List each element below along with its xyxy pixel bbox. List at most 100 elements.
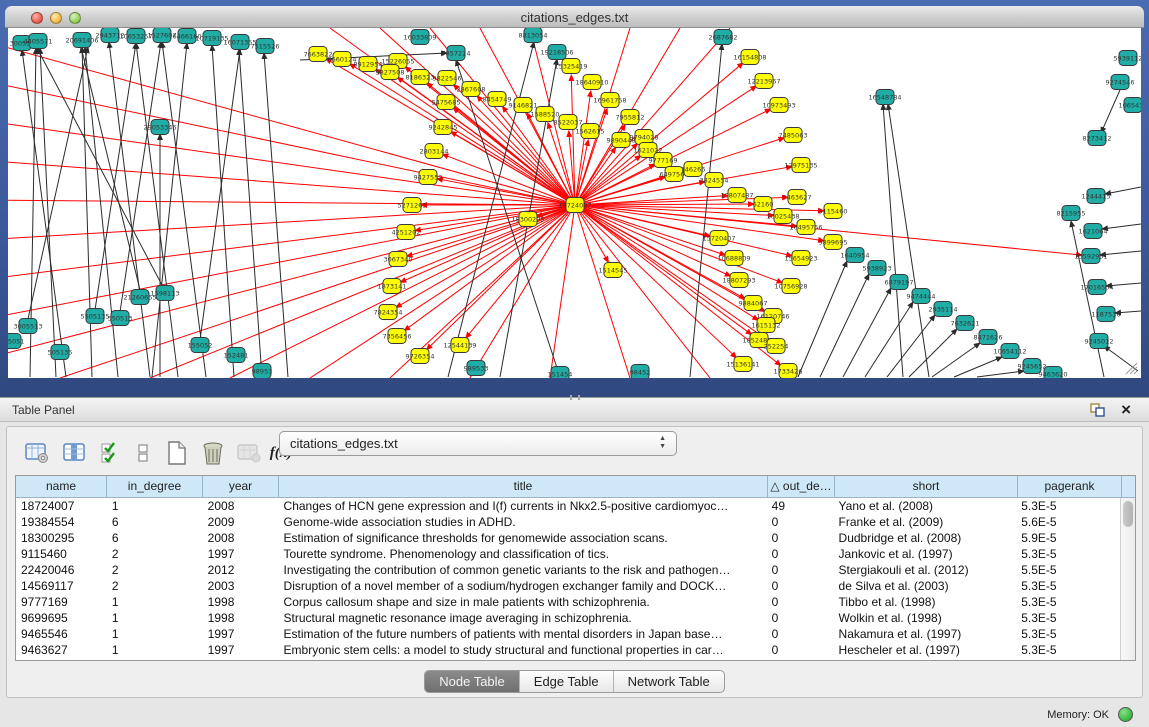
citation-edge-black[interactable] [977,371,1024,377]
table-row[interactable]: 1872400712008Changes of HCN gene express… [16,498,1120,514]
column-header-short[interactable]: short [835,476,1018,497]
graph-node[interactable]: 3824554 [700,173,729,188]
graph-node[interactable]: 10025438 [766,209,799,224]
citation-edge-red[interactable] [8,205,575,240]
scrollbar-thumb[interactable] [1123,501,1133,527]
citation-edge-black[interactable] [264,53,288,377]
citation-edge-black[interactable] [932,343,980,377]
graph-node[interactable]: 155051 [8,334,24,349]
citation-edge-black[interactable] [909,329,957,377]
new-document-icon[interactable] [161,437,193,469]
graph-node[interactable]: 1244415 [1082,189,1111,204]
graph-node[interactable]: 9274546 [1106,75,1135,90]
float-panel-icon[interactable] [1090,403,1105,417]
citation-edge-red[interactable] [150,205,575,378]
column-header-title[interactable]: title [279,476,768,497]
graph-node[interactable]: 16961758 [593,93,626,108]
graph-node[interactable]: 155052 [188,338,213,353]
citation-edge-red[interactable] [575,205,608,262]
graph-node[interactable]: 8215955 [1057,206,1086,221]
graph-node[interactable]: 8454749 [483,92,512,107]
table-row[interactable]: 969969511998Structural magnetic resonanc… [16,610,1120,626]
graph-node[interactable]: 1187536 [1092,307,1121,322]
graph-node[interactable]: 9463627 [783,190,812,205]
graph-node[interactable]: 1640954 [841,248,870,263]
column-header-year[interactable]: year [203,476,279,497]
citation-edge-black[interactable] [200,49,240,340]
graph-node[interactable]: 7955812 [616,110,645,125]
table-row[interactable]: 1456911722003Disruption of a novel membe… [16,578,1120,594]
graph-node[interactable]: 5271263 [398,198,427,213]
graph-node[interactable]: 1514545 [599,263,628,278]
table-column-icon[interactable] [59,437,91,469]
graph-node[interactable]: 15136141 [726,357,759,372]
graph-node[interactable]: 12975135 [784,158,817,173]
graph-node[interactable]: 8813054 [519,28,548,43]
panel-divider-handle[interactable] [570,395,580,400]
table-row[interactable]: 2242004622012Investigating the contribut… [16,562,1120,578]
citation-edge-black[interactable] [85,47,118,377]
graph-node[interactable]: 20691406 [65,33,98,48]
graph-node[interactable]: 10756928 [774,279,807,294]
citation-edge-black[interactable] [888,104,929,377]
citation-edge-red[interactable] [8,205,575,320]
graph-node[interactable]: 6879197 [885,275,914,290]
graph-node[interactable]: 9115460 [819,204,848,219]
graph-node[interactable]: 9726354 [406,349,435,364]
vertical-scrollbar[interactable] [1120,498,1135,660]
graph-node[interactable]: 7356456 [383,329,412,344]
citation-edge-red[interactable] [415,205,575,231]
graph-node[interactable]: 17016504 [1080,280,1113,295]
network-canvas[interactable]: 3005514405571206914062943712106532571527… [8,28,1141,378]
citation-edge-black[interactable] [883,104,903,377]
citation-edge-red[interactable] [8,160,575,205]
citation-edge-black[interactable] [239,49,262,377]
graph-node[interactable]: 10688809 [717,251,750,266]
graph-node[interactable]: 152481 [224,348,249,363]
citation-edge-black[interactable] [865,302,913,377]
column-header-in_degree[interactable]: in_degree [107,476,203,497]
citation-edge-black[interactable] [162,42,206,377]
graph-node[interactable]: 16495756 [789,220,822,235]
citation-edge-black[interactable] [954,357,1002,377]
graph-node[interactable]: 9245012 [1085,334,1114,349]
citation-edge-red[interactable] [575,205,774,216]
column-header-pagerank[interactable]: pagerank [1018,476,1122,497]
graph-node[interactable]: 8186323 [406,70,435,85]
table-row[interactable]: 946554611997Estimation of the future num… [16,626,1120,642]
graph-node[interactable]: 10807487 [720,188,753,203]
graph-node[interactable]: 15325419 [554,59,587,74]
delete-trash-icon[interactable] [197,437,229,469]
citation-edge-red[interactable] [575,91,591,205]
citation-edge-black[interactable] [820,274,869,377]
graph-node[interactable]: 16548784 [868,90,901,105]
tab-node-table[interactable]: Node Table [425,671,520,692]
graph-node[interactable]: 19218506 [540,45,573,60]
graph-node[interactable]: 2935114 [929,302,958,317]
graph-node[interactable]: 252254 [764,339,789,354]
graph-node[interactable]: 98452 [630,365,651,379]
column-header-out_de[interactable]: △ out_de… [768,476,835,497]
graph-node[interactable]: 7485063 [779,128,808,143]
citation-edge-black[interactable] [798,261,847,377]
graph-node[interactable]: 4251202 [392,225,421,240]
table-row[interactable]: 977716911998Corpus callosum shape and si… [16,594,1120,610]
window-titlebar[interactable]: citations_edges.txt [5,6,1144,28]
close-panel-icon[interactable]: × [1121,399,1131,421]
graph-node[interactable]: 5938923 [863,261,892,276]
citation-edge-red[interactable] [8,200,575,205]
table-settings-icon[interactable] [21,437,53,469]
citation-edge-black[interactable] [37,48,163,287]
table-row[interactable]: 1938455462009Genome-wide association stu… [16,514,1120,530]
table-row[interactable]: 946362711997Embryonic stem cells: a mode… [16,642,1120,658]
graph-node[interactable]: 62160 [753,197,774,212]
citation-edge-red[interactable] [404,205,575,331]
graph-node[interactable]: 989533 [464,361,489,376]
graph-node[interactable]: 2687682 [709,30,738,45]
citation-edge-black[interactable] [843,288,891,377]
canvas-resize-hatch[interactable] [1124,361,1138,375]
graph-node[interactable]: 1621064 [1079,224,1108,239]
graph-node[interactable]: 18640910 [575,75,608,90]
graph-node[interactable]: 550513 [108,311,133,326]
graph-node[interactable]: 2803144 [420,144,449,159]
